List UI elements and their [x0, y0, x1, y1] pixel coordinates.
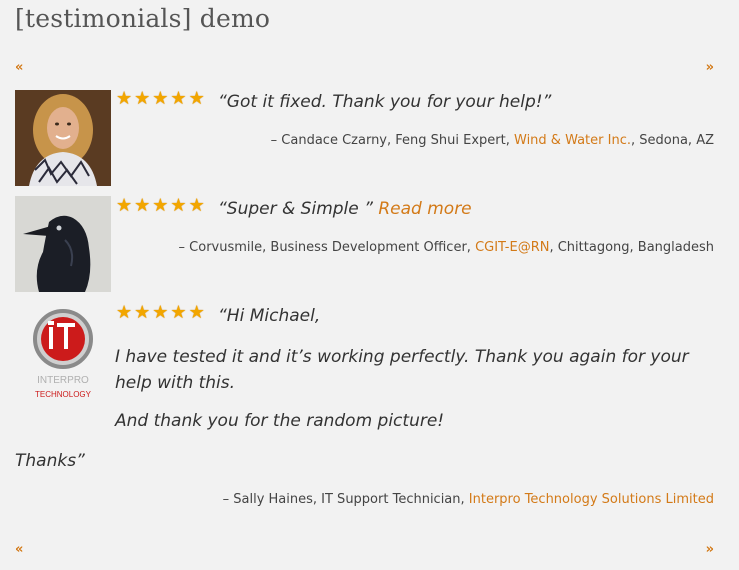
- page-title: [testimonials] demo: [15, 4, 271, 33]
- quote-closing: Thanks”: [15, 451, 85, 471]
- testimonial-quote: “Hi Michael,: [218, 306, 321, 326]
- star-icon: ★: [134, 88, 151, 109]
- star-icon: ★: [170, 302, 187, 323]
- author-location: , Sedona, AZ: [631, 133, 714, 148]
- testimonial-author: – Sally Haines, IT Support Technician, I…: [223, 492, 714, 507]
- star-icon: ★: [116, 302, 133, 323]
- company-link[interactable]: CGIT-E@RN: [475, 240, 549, 255]
- author-name: – Corvusmile, Business Development Offic…: [178, 240, 476, 255]
- star-icon: ★: [116, 88, 133, 109]
- star-icon: ★: [188, 302, 205, 323]
- prev-button[interactable]: «: [15, 542, 23, 557]
- rating-stars: ★ ★ ★ ★ ★: [116, 197, 205, 215]
- prev-button[interactable]: «: [15, 60, 23, 75]
- testimonial-author: – Corvusmile, Business Development Offic…: [179, 240, 714, 255]
- star-icon: ★: [152, 195, 169, 216]
- logo-text: INTERPRO: [37, 375, 89, 386]
- author-location: , Chittagong, Bangladesh: [549, 240, 714, 255]
- rating-stars: ★ ★ ★ ★ ★: [116, 90, 205, 108]
- star-icon: ★: [152, 302, 169, 323]
- star-icon: ★: [134, 302, 151, 323]
- star-icon: ★: [170, 195, 187, 216]
- read-more-link[interactable]: Read more: [378, 199, 471, 219]
- next-button[interactable]: »: [706, 542, 714, 557]
- quote-text: “Super & Simple ”: [218, 199, 373, 219]
- author-name: – Candace Czarny, Feng Shui Expert,: [270, 133, 514, 148]
- testimonial-author: – Candace Czarny, Feng Shui Expert, Wind…: [271, 133, 714, 148]
- next-button[interactable]: »: [706, 60, 714, 75]
- company-link[interactable]: Wind & Water Inc.: [514, 133, 631, 148]
- avatar-corvusmile: [15, 196, 111, 292]
- quote-paragraph: And thank you for the random picture!: [115, 411, 445, 431]
- rating-stars: ★ ★ ★ ★ ★: [116, 304, 205, 322]
- logo-subtext: TECHNOLOGY: [35, 390, 92, 399]
- author-name: – Sally Haines, IT Support Technician,: [222, 492, 469, 507]
- testimonial-quote: “Super & Simple ” Read more: [218, 199, 472, 219]
- star-icon: ★: [152, 88, 169, 109]
- avatar-interpro-logo: INTERPRO TECHNOLOGY: [15, 303, 111, 399]
- testimonial-quote: “Got it fixed. Thank you for your help!”: [218, 92, 552, 112]
- star-icon: ★: [134, 195, 151, 216]
- star-icon: ★: [170, 88, 187, 109]
- avatar-candace: [15, 90, 111, 186]
- star-icon: ★: [188, 88, 205, 109]
- quote-paragraph: I have tested it and it’s working perfec…: [115, 347, 689, 393]
- star-icon: ★: [188, 195, 205, 216]
- company-link[interactable]: Interpro Technology Solutions Limited: [469, 492, 714, 507]
- star-icon: ★: [116, 195, 133, 216]
